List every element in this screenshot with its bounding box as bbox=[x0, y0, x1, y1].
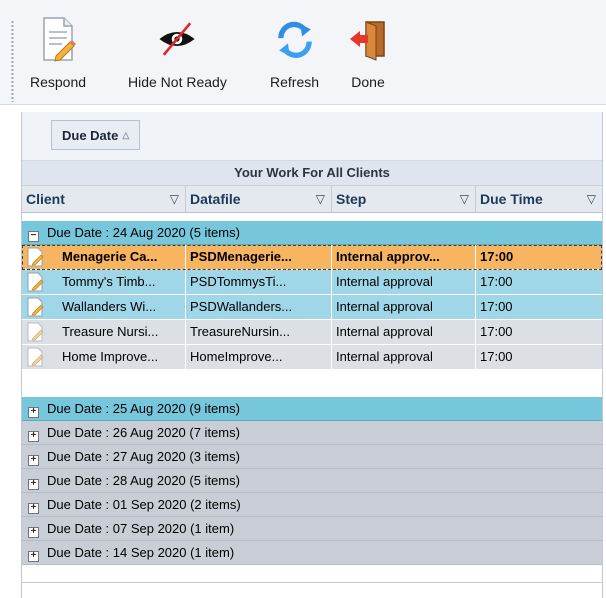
refresh-button[interactable]: Refresh bbox=[270, 14, 319, 100]
cell-step: Internal approv... bbox=[332, 245, 476, 269]
collapse-icon[interactable]: − bbox=[28, 231, 39, 242]
column-header-step[interactable]: Step ▽ bbox=[332, 186, 476, 212]
cell-step: Internal approval bbox=[332, 345, 476, 369]
column-header-due-time[interactable]: Due Time ▽ bbox=[476, 186, 602, 212]
hide-not-ready-icon bbox=[155, 14, 199, 64]
column-headers: Client ▽ Datafile ▽ Step ▽ Due Time ▽ bbox=[22, 186, 602, 213]
group-by-label: Due Date bbox=[62, 127, 119, 143]
respond-icon bbox=[36, 14, 80, 64]
table-row[interactable]: Home Improve... HomeImprove... Internal … bbox=[22, 345, 602, 370]
hide-not-ready-label: Hide Not Ready bbox=[128, 74, 227, 90]
group-row[interactable]: + Due Date : 07 Sep 2020 (1 item) bbox=[22, 517, 602, 541]
expand-icon[interactable]: + bbox=[28, 407, 39, 418]
expand-icon[interactable]: + bbox=[28, 527, 39, 538]
expand-icon[interactable]: + bbox=[28, 551, 39, 562]
cell-datafile: HomeImprove... bbox=[186, 345, 332, 369]
cell-datafile: PSDTommysTi... bbox=[186, 270, 332, 294]
sort-ascending-icon: △ bbox=[122, 129, 130, 140]
group-row[interactable]: − Due Date : 24 Aug 2020 (5 items) bbox=[22, 221, 602, 245]
filter-icon[interactable]: ▽ bbox=[460, 186, 469, 212]
respond-row-icon bbox=[27, 297, 44, 317]
expand-icon[interactable]: + bbox=[28, 431, 39, 442]
toolbar-grip[interactable] bbox=[11, 20, 14, 102]
cell-client: Treasure Nursi... bbox=[58, 320, 186, 344]
group-row[interactable]: + Due Date : 26 Aug 2020 (7 items) bbox=[22, 421, 602, 445]
cell-due-time: 17:00 bbox=[480, 299, 513, 314]
cell-datafile: PSDMenagerie... bbox=[186, 245, 332, 269]
respond-button[interactable]: Respond bbox=[30, 14, 86, 100]
filter-icon[interactable]: ▽ bbox=[170, 186, 179, 212]
group-by-area: Due Date △ bbox=[22, 112, 602, 161]
grid-title-banner: Your Work For All Clients bbox=[22, 161, 602, 186]
table-row[interactable]: Wallanders Wi... PSDWallanders... Intern… bbox=[22, 295, 602, 320]
group-row[interactable]: + Due Date : 25 Aug 2020 (9 items) bbox=[22, 397, 602, 421]
cell-due-time: 17:00 bbox=[480, 249, 514, 264]
hide-not-ready-button[interactable]: Hide Not Ready bbox=[128, 14, 227, 100]
cell-client: Menagerie Ca... bbox=[58, 245, 186, 269]
done-label: Done bbox=[351, 74, 385, 90]
filter-icon[interactable]: ▽ bbox=[587, 186, 596, 212]
refresh-icon bbox=[273, 14, 317, 64]
expand-icon[interactable]: + bbox=[28, 503, 39, 514]
column-header-client[interactable]: Client ▽ bbox=[22, 186, 186, 212]
done-icon bbox=[346, 14, 390, 64]
respond-label: Respond bbox=[30, 74, 87, 90]
cell-step: Internal approval bbox=[332, 320, 476, 344]
respond-row-icon bbox=[27, 272, 44, 292]
grid-bottom-divider bbox=[22, 582, 602, 583]
toolbar: Respond Hide Not Ready Refresh Done bbox=[0, 0, 606, 105]
cell-step: Internal approval bbox=[332, 295, 476, 319]
done-button[interactable]: Done bbox=[346, 14, 390, 100]
respond-row-icon bbox=[27, 322, 44, 342]
cell-client: Tommy's Timb... bbox=[58, 270, 186, 294]
group-by-due-date-chip[interactable]: Due Date △ bbox=[51, 120, 141, 150]
group-row[interactable]: + Due Date : 01 Sep 2020 (2 items) bbox=[22, 493, 602, 517]
group-row[interactable]: + Due Date : 28 Aug 2020 (5 items) bbox=[22, 469, 602, 493]
work-grid: Due Date △ Your Work For All Clients Cli… bbox=[21, 112, 603, 598]
expand-icon[interactable]: + bbox=[28, 479, 39, 490]
refresh-label: Refresh bbox=[270, 74, 320, 90]
cell-step: Internal approval bbox=[332, 270, 476, 294]
column-header-datafile[interactable]: Datafile ▽ bbox=[186, 186, 332, 212]
group-row[interactable]: + Due Date : 27 Aug 2020 (3 items) bbox=[22, 445, 602, 469]
respond-row-icon bbox=[27, 247, 44, 267]
cell-due-time: 17:00 bbox=[480, 274, 513, 289]
cell-datafile: PSDWallanders... bbox=[186, 295, 332, 319]
cell-datafile: TreasureNursin... bbox=[186, 320, 332, 344]
filter-icon[interactable]: ▽ bbox=[316, 186, 325, 212]
respond-row-icon bbox=[27, 347, 44, 367]
table-row[interactable]: Menagerie Ca... PSDMenagerie... Internal… bbox=[22, 245, 602, 270]
table-row[interactable]: Tommy's Timb... PSDTommysTi... Internal … bbox=[22, 270, 602, 295]
cell-client: Home Improve... bbox=[58, 345, 186, 369]
cell-due-time: 17:00 bbox=[480, 349, 513, 364]
cell-due-time: 17:00 bbox=[480, 324, 513, 339]
expand-icon[interactable]: + bbox=[28, 455, 39, 466]
group-row[interactable]: + Due Date : 14 Sep 2020 (1 item) bbox=[22, 541, 602, 565]
table-row[interactable]: Treasure Nursi... TreasureNursin... Inte… bbox=[22, 320, 602, 345]
cell-client: Wallanders Wi... bbox=[58, 295, 186, 319]
